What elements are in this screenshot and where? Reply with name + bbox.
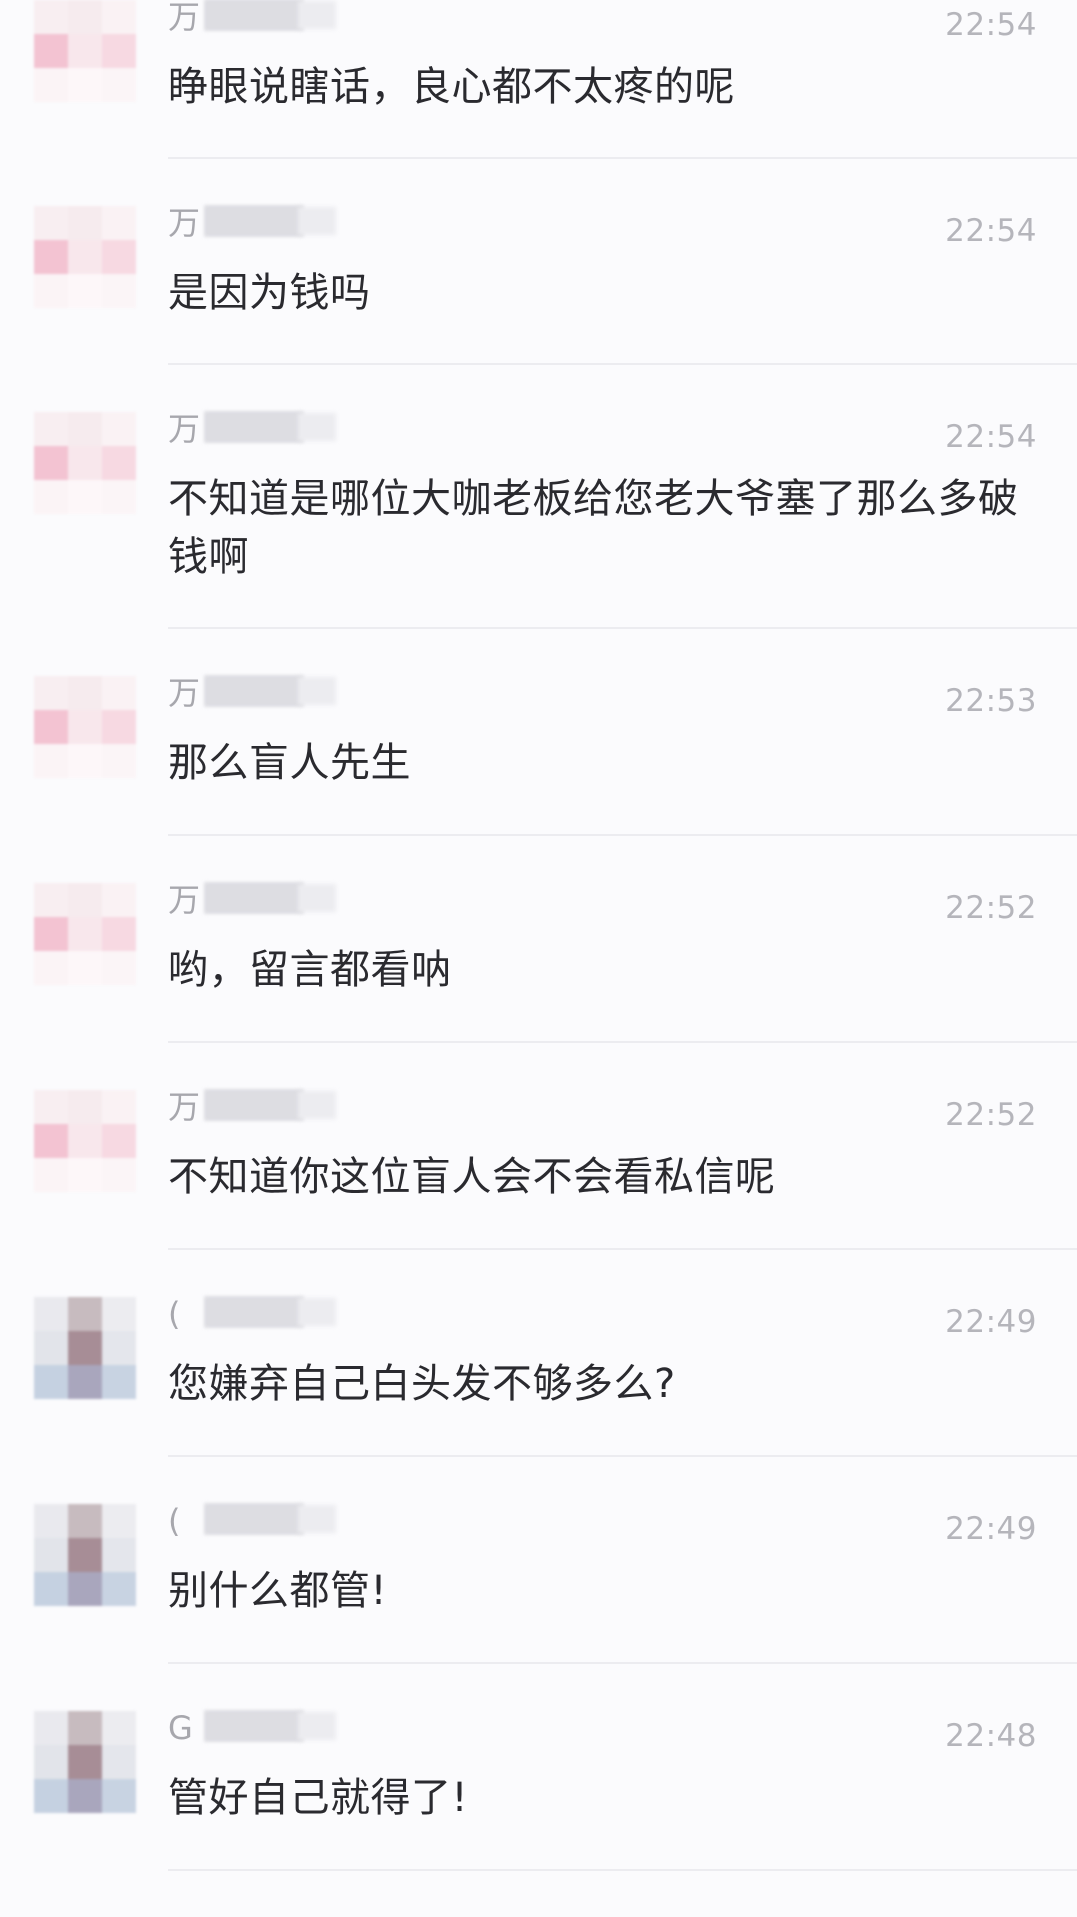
- sender-name-initial: 万: [168, 881, 201, 919]
- avatar[interactable]: [34, 883, 136, 985]
- message-list: 万 22:54 睁眼说瞎话，良心都不太疼的呢 万 22:54 是因为钱吗 万 2…: [0, 0, 1077, 1903]
- message-text: 别什么都管!: [168, 1568, 388, 1614]
- sender-name: 万: [168, 199, 368, 249]
- list-item[interactable]: 万 22:54 睁眼说瞎话，良心都不太疼的呢: [0, 0, 1077, 206]
- avatar[interactable]: [34, 206, 136, 308]
- message-time: 22:52: [945, 1097, 1037, 1133]
- divider: [168, 1248, 1077, 1250]
- divider: [168, 1041, 1077, 1043]
- list-item[interactable]: ( 22:49 您嫌弃自己白头发不够多么?: [0, 1295, 1077, 1503]
- list-item[interactable]: G 22:48 管好自己就得了!: [0, 1709, 1077, 1917]
- divider: [168, 1869, 1077, 1871]
- message-text: 是因为钱吗: [168, 270, 371, 316]
- message-time: 22:53: [945, 683, 1037, 719]
- sender-name-initial: G: [168, 1709, 193, 1747]
- sender-name: 万: [168, 876, 368, 926]
- message-time: 22:54: [945, 419, 1037, 455]
- message-text: 管好自己就得了!: [168, 1775, 469, 1821]
- message-time: 22:54: [945, 213, 1037, 249]
- list-item[interactable]: 万 22:52 哟，留言都看呐: [0, 881, 1077, 1089]
- sender-name: G: [168, 1704, 368, 1754]
- list-item[interactable]: 万 22:52 不知道你这位盲人会不会看私信呢: [0, 1088, 1077, 1296]
- sender-name: 万: [168, 669, 368, 719]
- message-time: 22:49: [945, 1304, 1037, 1340]
- sender-name: (: [168, 1497, 368, 1547]
- message-time: 22:49: [945, 1511, 1037, 1547]
- sender-name: 万: [168, 1083, 368, 1133]
- message-time: 22:52: [945, 890, 1037, 926]
- sender-name-initial: 万: [168, 674, 201, 712]
- message-time: 22:54: [945, 7, 1037, 43]
- sender-name: 万: [168, 405, 368, 455]
- avatar[interactable]: [34, 1504, 136, 1606]
- sender-name: (: [168, 1290, 368, 1340]
- divider: [168, 627, 1077, 629]
- message-text: 睁眼说瞎话，良心都不太疼的呢: [168, 64, 735, 110]
- message-text: 那么盲人先生: [168, 740, 411, 786]
- list-item[interactable]: 万 22:54 不知道是哪位大咖老板给您老大爷塞了那么多破钱啊: [0, 410, 1077, 676]
- avatar[interactable]: [34, 1090, 136, 1192]
- avatar[interactable]: [34, 1711, 136, 1813]
- avatar[interactable]: [34, 676, 136, 778]
- message-text: 您嫌弃自己白头发不够多么?: [168, 1361, 676, 1407]
- message-text: 不知道你这位盲人会不会看私信呢: [168, 1154, 776, 1200]
- divider: [168, 363, 1077, 365]
- divider: [168, 1455, 1077, 1457]
- sender-name-initial: (: [168, 1295, 181, 1333]
- sender-name-initial: (: [168, 1502, 181, 1540]
- sender-name-initial: 万: [168, 410, 201, 448]
- avatar[interactable]: [34, 0, 136, 102]
- divider: [168, 834, 1077, 836]
- sender-name-initial: 万: [168, 1088, 201, 1126]
- sender-name-initial: 万: [168, 204, 201, 242]
- sender-name-initial: 万: [168, 0, 201, 36]
- avatar[interactable]: [34, 1297, 136, 1399]
- divider: [168, 1662, 1077, 1664]
- list-item[interactable]: ( 22:49 别什么都管!: [0, 1502, 1077, 1710]
- message-text: 哟，留言都看呐: [168, 947, 452, 993]
- message-time: 22:48: [945, 1718, 1037, 1754]
- list-item[interactable]: 万 22:54 是因为钱吗: [0, 204, 1077, 412]
- list-item[interactable]: 万 22:53 那么盲人先生: [0, 674, 1077, 882]
- sender-name: 万: [168, 0, 368, 43]
- avatar[interactable]: [34, 412, 136, 514]
- message-text: 不知道是哪位大咖老板给您老大爷塞了那么多破钱啊: [168, 476, 1019, 580]
- divider: [168, 157, 1077, 159]
